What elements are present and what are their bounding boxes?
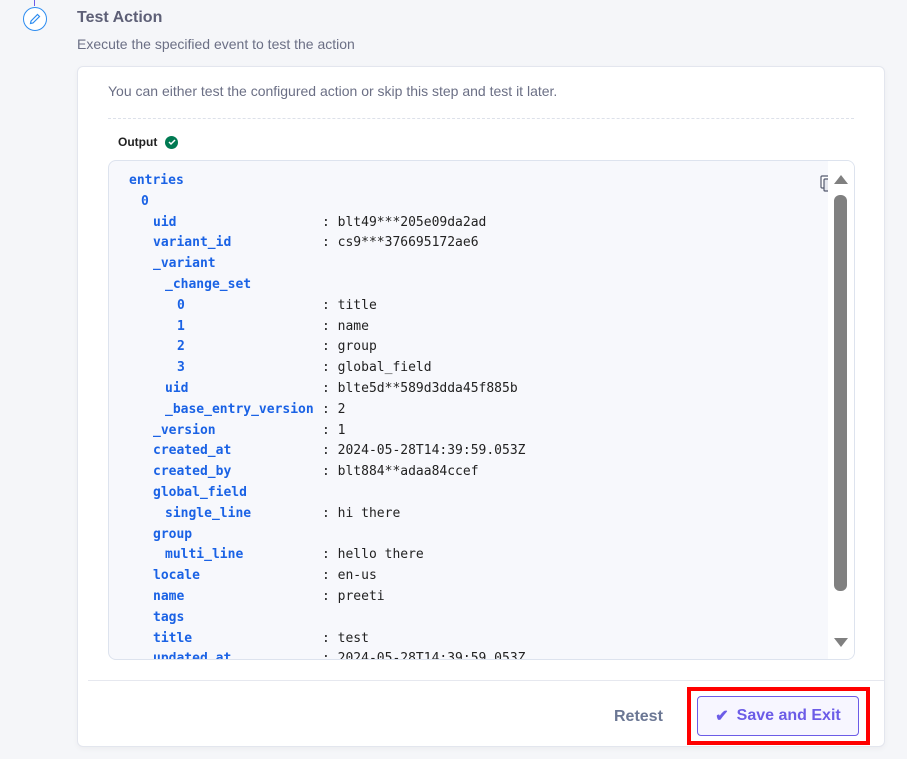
- output-row: tags: [109, 608, 809, 628]
- output-row: 1 : name: [109, 317, 809, 337]
- output-label: Output: [118, 135, 179, 149]
- output-viewer: entries 0 uid: blt49***205e09da2ad variant_…: [108, 160, 855, 660]
- output-label-text: Output: [118, 135, 158, 149]
- output-row: _base_entry_version : 2: [109, 400, 809, 420]
- output-key: uid: [165, 381, 189, 396]
- output-value: : en-us: [322, 568, 377, 584]
- output-key: title: [153, 630, 193, 646]
- output-row: _variant: [109, 254, 809, 274]
- output-value: : 1: [322, 422, 346, 438]
- step-connector: [34, 0, 35, 6]
- scroll-up-arrow-icon[interactable]: [834, 175, 848, 184]
- divider: [108, 118, 854, 119]
- step-subtitle: Execute the specified event to test the …: [77, 36, 355, 52]
- output-value: : test: [322, 630, 369, 646]
- test-action-card: You can either test the configured actio…: [77, 66, 885, 747]
- scrollbar-thumb[interactable]: [834, 195, 847, 591]
- output-key: 0: [141, 193, 149, 209]
- output-value: : blt884**adaa84ccef: [322, 464, 479, 480]
- output-key: created_at: [153, 443, 232, 459]
- output-row: single_line : hi there: [109, 504, 809, 524]
- output-value: : cs9***376695172ae6: [322, 235, 479, 251]
- output-row: locale : en-us: [109, 566, 809, 586]
- output-key: tags: [153, 609, 185, 625]
- output-row: global_field: [109, 483, 809, 503]
- output-row: updated_at : 2024-05-28T14:39:59.053Z: [109, 649, 809, 660]
- output-value: : global_field: [322, 360, 432, 376]
- output-value: : name: [322, 318, 369, 334]
- output-key: _version: [153, 422, 216, 438]
- output-value: : 2024-05-28T14:39:59.053Z: [322, 443, 526, 459]
- output-row: 2 : group: [109, 337, 809, 357]
- step-title: Test Action: [77, 9, 163, 26]
- scroll-down-arrow-icon[interactable]: [834, 638, 848, 647]
- output-row: _version : 1: [109, 421, 809, 441]
- output-key: 2: [177, 339, 185, 355]
- output-key: multi_line: [165, 547, 244, 563]
- output-row: 3 : global_field: [109, 358, 809, 378]
- output-row: entries: [109, 171, 809, 191]
- output-value: : blt49***205e09da2ad: [322, 214, 487, 230]
- output-row: variant_id : cs9***376695172ae6: [109, 233, 809, 253]
- output-row: created_at : 2024-05-28T14:39:59.053Z: [109, 441, 809, 461]
- output-value: : blte5d**589d3dda45f885b: [322, 381, 518, 396]
- output-row: created_by : blt884**adaa84ccef: [109, 462, 809, 482]
- card-description: You can either test the configured actio…: [108, 83, 558, 99]
- output-row: uid : blt49***205e09da2ad: [109, 213, 809, 233]
- output-row: uid : blte5d**589d3dda45f885b: [109, 379, 809, 399]
- output-row: multi_line : hello there: [109, 545, 809, 565]
- output-value: : group: [322, 339, 377, 355]
- output-key: entries: [129, 173, 184, 188]
- output-value: : 2024-05-28T14:39:59.053Z: [322, 651, 526, 660]
- save-and-exit-button[interactable]: ✔ Save and Exit: [697, 696, 859, 736]
- output-value: : 2: [322, 401, 346, 417]
- output-row: title : test: [109, 629, 809, 649]
- output-value: : preeti: [322, 589, 385, 604]
- output-key: global_field: [153, 485, 247, 500]
- output-key: _base_entry_version: [165, 401, 314, 417]
- output-key: uid: [153, 214, 177, 230]
- output-key: updated_at: [153, 651, 232, 660]
- retest-button[interactable]: Retest: [614, 708, 663, 726]
- output-key: 3: [177, 360, 185, 376]
- output-key: group: [153, 526, 193, 542]
- output-key: _change_set: [165, 277, 252, 292]
- output-key: 1: [177, 318, 185, 334]
- output-key: variant_id: [153, 235, 232, 251]
- footer-divider: [88, 680, 884, 681]
- output-row: group: [109, 525, 809, 545]
- output-row: 0: [109, 192, 809, 212]
- save-and-exit-label: Save and Exit: [736, 707, 841, 724]
- output-value: : hello there: [322, 547, 424, 563]
- output-key: _variant: [153, 256, 216, 272]
- output-row: _change_set: [109, 275, 809, 295]
- checkmark-icon: ✔: [715, 708, 729, 725]
- scrollbar[interactable]: [828, 161, 854, 659]
- output-value: : title: [322, 297, 377, 313]
- output-row: 0 : title: [109, 296, 809, 316]
- output-key: created_by: [153, 464, 232, 480]
- pencil-icon: [23, 7, 47, 31]
- output-key: name: [153, 589, 185, 604]
- success-check-icon: [165, 135, 179, 149]
- output-row: name : preeti: [109, 587, 809, 607]
- output-key: 0: [177, 297, 185, 313]
- output-value: : hi there: [322, 505, 401, 521]
- output-key: locale: [153, 568, 200, 584]
- output-key: single_line: [165, 505, 252, 521]
